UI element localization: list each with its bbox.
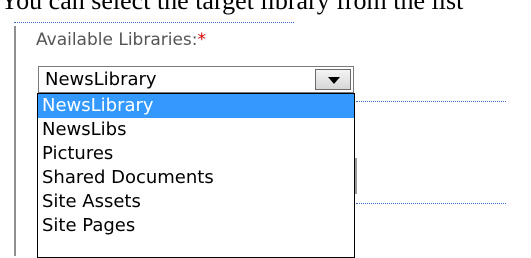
option-newslibrary[interactable]: NewsLibrary bbox=[38, 94, 354, 118]
intro-text: You can select the target library from t… bbox=[0, 0, 464, 15]
option-site-pages[interactable]: Site Pages bbox=[38, 214, 354, 238]
separator-lower bbox=[356, 203, 506, 204]
separator-top bbox=[14, 22, 294, 23]
hidden-field-border bbox=[355, 158, 357, 194]
required-marker: * bbox=[197, 30, 207, 50]
option-newslibs[interactable]: NewsLibs bbox=[38, 118, 354, 142]
separator-middle bbox=[356, 101, 506, 102]
field-label: Available Libraries: bbox=[36, 30, 198, 50]
option-site-assets[interactable]: Site Assets bbox=[38, 190, 354, 214]
library-options-list[interactable]: NewsLibrary NewsLibs Pictures Shared Doc… bbox=[37, 93, 355, 258]
dropdown-toggle-button[interactable] bbox=[315, 69, 351, 90]
select-current-value: NewsLibrary bbox=[45, 69, 157, 90]
available-libraries-label: Available Libraries:* bbox=[36, 30, 206, 50]
chevron-down-icon bbox=[328, 77, 340, 84]
section-border bbox=[14, 26, 16, 256]
option-pictures[interactable]: Pictures bbox=[38, 142, 354, 166]
option-shared-documents[interactable]: Shared Documents bbox=[38, 166, 354, 190]
available-libraries-select[interactable]: NewsLibrary bbox=[38, 66, 354, 93]
